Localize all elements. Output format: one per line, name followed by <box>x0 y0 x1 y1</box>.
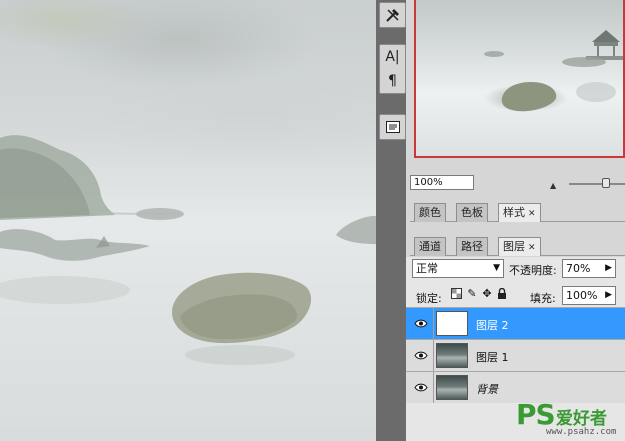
blend-mode-select[interactable]: 正常 ▼ <box>412 259 504 278</box>
landscape-image <box>0 135 376 365</box>
document-canvas[interactable] <box>0 0 376 441</box>
close-icon[interactable]: ✕ <box>528 209 536 219</box>
tab-label: 样式 <box>503 206 525 219</box>
visibility-eye-icon[interactable] <box>408 340 434 371</box>
layer-name[interactable]: 背景 <box>476 381 498 397</box>
chevron-down-icon: ▼ <box>493 263 500 273</box>
styles-tabbar: 颜色 色板 样式 ✕ <box>410 202 625 222</box>
navigator-thumbnail <box>484 30 623 112</box>
tab-label: 路径 <box>461 240 483 253</box>
zoom-out-icon[interactable]: ▲ <box>550 181 556 190</box>
tab-swatches[interactable]: 色板 <box>456 203 488 222</box>
close-icon[interactable]: ✕ <box>528 243 536 253</box>
layer-thumbnail <box>436 375 468 400</box>
tab-styles[interactable]: 样式 ✕ <box>498 203 541 222</box>
visibility-eye-icon[interactable] <box>408 308 434 339</box>
watermark-chinese: 爱好者 <box>556 409 607 429</box>
tab-label: 通道 <box>419 240 441 253</box>
tab-paths[interactable]: 路径 <box>456 237 488 256</box>
site-watermark: PS 爱好者 www.psahz.com <box>516 398 625 441</box>
paragraph-icon[interactable]: ¶ <box>380 69 405 93</box>
chevron-right-icon[interactable]: ▶ <box>605 260 612 277</box>
layers-tabbar: 通道 路径 图层 ✕ <box>410 236 625 256</box>
info-panel-icon[interactable] <box>380 115 405 139</box>
type-tools-group: A| ¶ <box>379 44 406 94</box>
blend-mode-value: 正常 <box>416 262 438 275</box>
tab-label: 颜色 <box>419 206 441 219</box>
opacity-value: 70% <box>566 262 591 275</box>
chevron-right-icon[interactable]: ▶ <box>605 287 612 304</box>
tab-layers[interactable]: 图层 ✕ <box>498 237 541 256</box>
layer-thumbnail <box>436 343 468 368</box>
lock-pixels-brush-icon[interactable]: ✎ <box>466 288 478 300</box>
tab-label: 图层 <box>503 240 525 253</box>
panel-dock-strip: A| ¶ <box>376 0 406 441</box>
zoom-slider-thumb[interactable] <box>602 178 610 188</box>
fill-value: 100% <box>566 289 598 302</box>
lock-position-move-icon[interactable]: ✥ <box>481 288 493 300</box>
lock-all-icon[interactable] <box>496 287 508 300</box>
layer-thumbnail <box>436 311 468 336</box>
fill-field[interactable]: 100% ▶ <box>562 286 616 305</box>
info-group <box>379 114 406 140</box>
tab-channels[interactable]: 通道 <box>414 237 446 256</box>
fill-label: 填充: <box>530 292 556 305</box>
tab-color[interactable]: 颜色 <box>414 203 446 222</box>
opacity-field[interactable]: 70% ▶ <box>562 259 616 278</box>
visibility-eye-icon[interactable] <box>408 372 434 403</box>
zoom-input[interactable]: 100% <box>410 175 474 190</box>
character-icon[interactable]: A| <box>380 45 405 69</box>
layer-name[interactable]: 图层 1 <box>476 349 509 365</box>
watermark-url: www.psahz.com <box>546 427 617 437</box>
navigator-preview[interactable] <box>414 0 625 158</box>
navigator-controls: 100% ▲ <box>406 172 625 194</box>
opacity-label: 不透明度: <box>509 264 557 277</box>
layer-row-layer2[interactable]: 图层 2 <box>406 307 625 339</box>
lock-label: 锁定: <box>416 292 442 305</box>
layer-name[interactable]: 图层 2 <box>476 317 509 333</box>
tools-icon[interactable] <box>380 3 405 27</box>
zoom-slider-track[interactable] <box>569 183 625 185</box>
layer-row-layer1[interactable]: 图层 1 <box>406 339 625 371</box>
tools-group <box>379 2 406 28</box>
lock-transparency-icon[interactable] <box>450 288 462 300</box>
tab-label: 色板 <box>461 206 483 219</box>
